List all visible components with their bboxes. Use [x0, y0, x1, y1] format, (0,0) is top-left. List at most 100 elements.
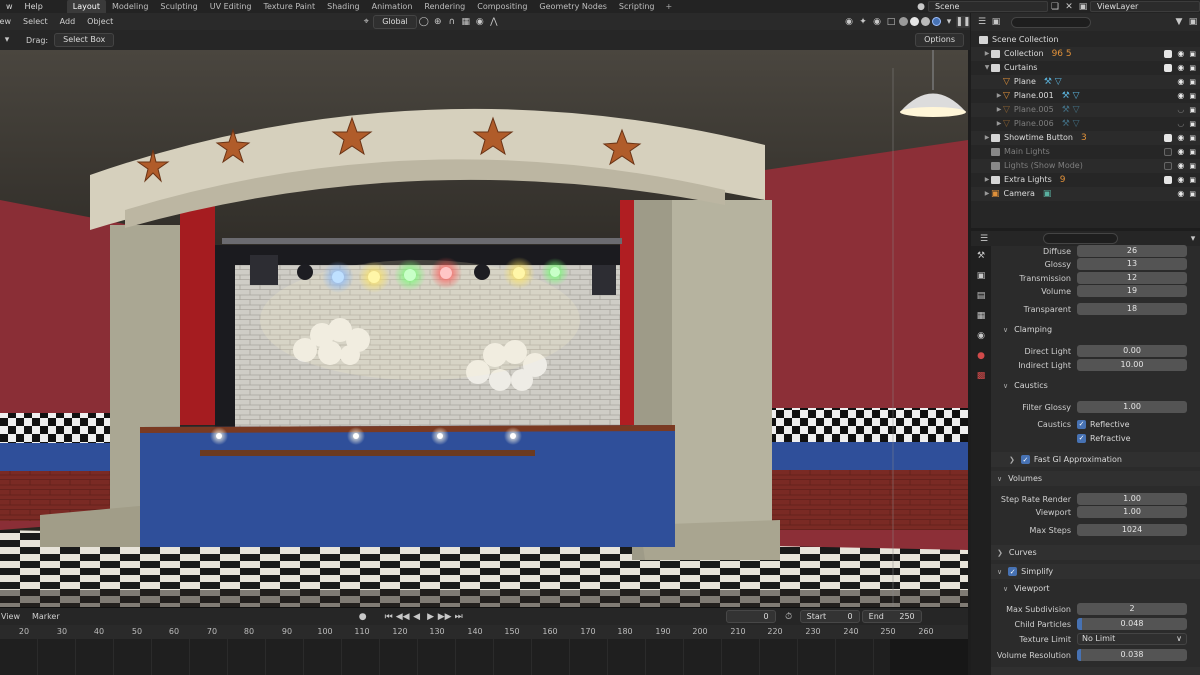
outliner-row-plane-006[interactable]: ▶ ▽ Plane.006 ⚒ ▽ ◡ ▣: [971, 117, 1200, 131]
world-tab-icon[interactable]: ●: [971, 346, 991, 366]
jump-end-icon[interactable]: ⏭: [452, 611, 466, 623]
max-steps-field[interactable]: 1024: [1077, 524, 1187, 536]
proportional-edit-icon[interactable]: ◉: [473, 16, 487, 28]
drag-dropdown[interactable]: Select Box: [54, 33, 115, 47]
camera-icon[interactable]: ▣: [1189, 64, 1196, 72]
expand-arrow-icon[interactable]: ▶: [983, 190, 991, 197]
simplify-checkbox[interactable]: ✓: [1008, 567, 1018, 576]
volume-resolution-slider[interactable]: 0.038: [1077, 649, 1187, 661]
properties-search-input[interactable]: [1043, 233, 1118, 244]
include-checkbox[interactable]: [1164, 161, 1173, 170]
editor-type-icon[interactable]: ☰: [975, 16, 989, 28]
tab-sculpting[interactable]: Sculpting: [154, 0, 203, 13]
tool-tab-icon[interactable]: ⚒: [971, 246, 991, 266]
editor-type-icon[interactable]: ☰: [977, 233, 991, 245]
eye-icon[interactable]: ◉: [1177, 49, 1184, 58]
eye-icon[interactable]: ◉: [1177, 91, 1184, 100]
tab-uv-editing[interactable]: UV Editing: [204, 0, 258, 13]
max-subdivision-field[interactable]: 2: [1077, 603, 1187, 615]
menu-select[interactable]: Select: [17, 15, 54, 28]
tab-animation[interactable]: Animation: [366, 0, 419, 13]
timeline-menu-view[interactable]: View: [0, 610, 26, 623]
next-keyframe-icon[interactable]: ▶▶: [438, 611, 452, 623]
expand-arrow-icon[interactable]: ▶: [995, 92, 1003, 99]
prev-keyframe-icon[interactable]: ◀◀: [396, 611, 410, 623]
eye-icon[interactable]: ◉: [1177, 133, 1184, 142]
outliner-row-extra-lights[interactable]: ▶ Extra Lights 9 ◉ ▣: [971, 173, 1200, 187]
end-frame-field[interactable]: End 250: [861, 610, 922, 623]
eye-icon[interactable]: ◉: [1177, 161, 1184, 170]
start-frame-field[interactable]: Start 0: [799, 610, 860, 623]
tab-compositing[interactable]: Compositing: [471, 0, 533, 13]
overlay-icon[interactable]: ◉: [870, 16, 884, 28]
refractive-checkbox[interactable]: ✓: [1077, 433, 1086, 443]
orientation-dropdown[interactable]: Global: [373, 14, 417, 29]
display-mode-icon[interactable]: ▣: [989, 16, 1003, 28]
outliner-row-plane-001[interactable]: ▶ ▽ Plane.001 ⚒ ▽ ◉ ▣: [971, 89, 1200, 103]
reflective-checkbox[interactable]: ✓: [1077, 419, 1086, 429]
output-tab-icon[interactable]: ▤: [971, 286, 991, 306]
close-icon[interactable]: ✕: [1062, 1, 1076, 13]
camera-icon[interactable]: ▣: [1189, 50, 1196, 58]
expand-arrow-icon[interactable]: ▼: [983, 64, 991, 71]
menu-add[interactable]: Add: [54, 15, 82, 28]
expand-arrow-icon[interactable]: ▶: [983, 50, 991, 57]
tool-dropdown-icon[interactable]: ▾: [0, 34, 14, 46]
next-panel-header[interactable]: [991, 667, 1200, 675]
play-icon[interactable]: ▶: [424, 611, 438, 623]
include-checkbox[interactable]: [1164, 49, 1173, 58]
expand-arrow-icon[interactable]: ▶: [995, 120, 1003, 127]
expand-arrow-icon[interactable]: ▶: [983, 176, 991, 183]
camera-icon[interactable]: ▣: [1189, 78, 1196, 86]
scene-icon[interactable]: ●: [914, 1, 928, 13]
snap-icon[interactable]: ⊕: [431, 16, 445, 28]
include-checkbox[interactable]: [1164, 133, 1173, 142]
menu-view[interactable]: View: [0, 15, 17, 28]
render-tab-icon[interactable]: ▣: [971, 266, 991, 286]
gizmo-icon[interactable]: ✦: [856, 16, 870, 28]
pivot-icon[interactable]: ◯: [417, 16, 431, 28]
record-icon[interactable]: ●: [356, 611, 370, 623]
view-layer-selector[interactable]: ViewLayer: [1090, 1, 1200, 12]
simplify-panel-header[interactable]: ∨ ✓ Simplify: [991, 564, 1200, 579]
outliner-row-plane-005[interactable]: ▶ ▽ Plane.005 ⚒ ▽ ◡ ▣: [971, 103, 1200, 117]
shading-options-icon[interactable]: ▾: [942, 16, 956, 28]
clamp-direct-field[interactable]: 0.00: [1077, 345, 1187, 357]
simplify-viewport-subpanel-header[interactable]: ∨ Viewport: [991, 581, 1200, 596]
eye-closed-icon[interactable]: ◡: [1177, 105, 1184, 114]
step-rate-viewport-field[interactable]: 1.00: [1077, 506, 1187, 518]
volume-bounces-field[interactable]: 19: [1077, 285, 1187, 297]
include-checkbox[interactable]: [1164, 63, 1173, 72]
camera-icon[interactable]: ▣: [1189, 92, 1196, 100]
camera-icon[interactable]: ▣: [1189, 176, 1196, 184]
eye-icon[interactable]: ◉: [1177, 189, 1184, 198]
texture-tab-icon[interactable]: ▩: [971, 366, 991, 386]
camera-icon[interactable]: ▣: [1189, 106, 1196, 114]
transparent-bounces-field[interactable]: 18: [1077, 303, 1187, 315]
material-shading-icon[interactable]: [921, 17, 930, 26]
timeline-menu-marker[interactable]: Marker: [26, 610, 66, 623]
eye-icon[interactable]: ◉: [1177, 77, 1184, 86]
play-reverse-icon[interactable]: ◀: [410, 611, 424, 623]
eye-closed-icon[interactable]: ◡: [1177, 119, 1184, 128]
eye-icon[interactable]: ◉: [1177, 175, 1184, 184]
tab-texture-paint[interactable]: Texture Paint: [257, 0, 321, 13]
timeline-ruler[interactable]: 20 30 40 50 60 70 80 90 100 110 120 130 …: [0, 625, 968, 639]
outliner-row-plane[interactable]: ▽ Plane ⚒ ▽ ◉ ▣: [971, 75, 1200, 89]
tab-shading[interactable]: Shading: [321, 0, 366, 13]
outliner-search-input[interactable]: [1011, 16, 1091, 28]
solid-shading-icon[interactable]: [910, 17, 919, 26]
outliner-row-curtains[interactable]: ▼ Curtains ◉ ▣: [971, 61, 1200, 75]
options-dropdown[interactable]: Options: [915, 33, 964, 47]
filter-glossy-field[interactable]: 1.00: [1077, 401, 1187, 413]
eye-icon[interactable]: ◉: [1177, 63, 1184, 72]
eye-icon[interactable]: ◉: [1177, 147, 1184, 156]
include-checkbox[interactable]: [1164, 175, 1173, 184]
jump-start-icon[interactable]: ⏮: [382, 611, 396, 623]
scene-tab-icon[interactable]: ◉: [971, 326, 991, 346]
menu-object[interactable]: Object: [81, 15, 119, 28]
new-collection-icon[interactable]: ▣: [1186, 16, 1200, 28]
volumes-panel-header[interactable]: ∨ Volumes: [991, 471, 1200, 486]
camera-icon[interactable]: ▣: [1189, 148, 1196, 156]
tab-layout[interactable]: Layout: [66, 0, 106, 13]
